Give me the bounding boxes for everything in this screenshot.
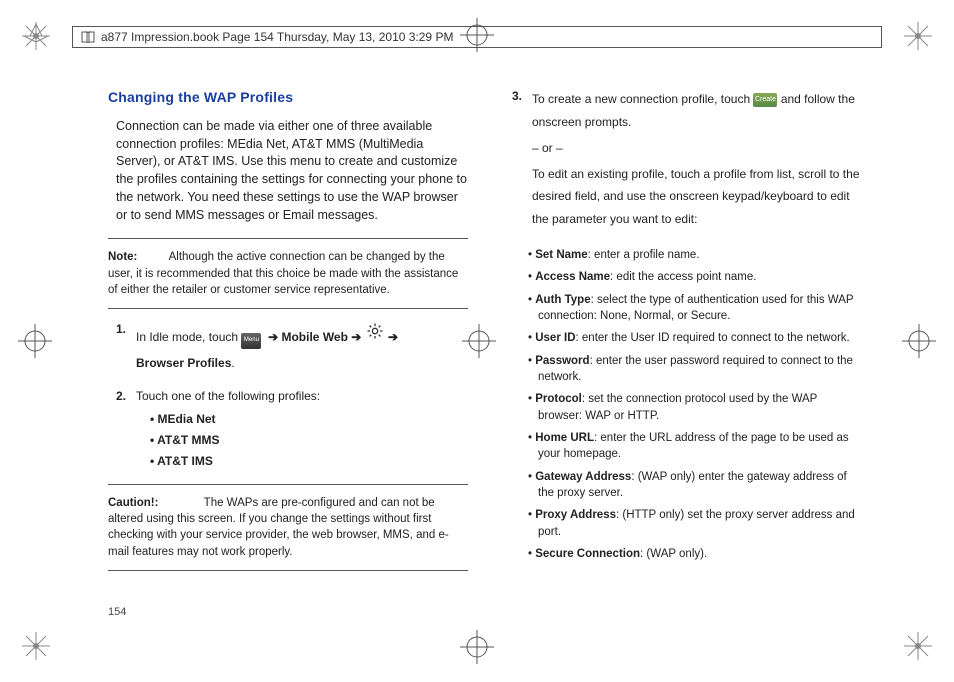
page-root: a877 Impression.book Page 154 Thursday, … xyxy=(0,0,954,682)
field-item: Password: enter the user password requir… xyxy=(528,353,864,386)
content-columns: Changing the WAP Profiles Connection can… xyxy=(108,88,868,581)
field-item: Access Name: edit the access point name. xyxy=(528,269,864,285)
field-item: Protocol: set the connection protocol us… xyxy=(528,391,864,424)
step-body: Touch one of the following profiles: MEd… xyxy=(136,388,468,474)
caution-label: Caution!: xyxy=(108,497,158,509)
field-item: Auth Type: select the type of authentica… xyxy=(528,292,864,325)
steps-list: 1. In Idle mode, touch Menu ➔ Mobile Web… xyxy=(108,321,468,473)
step-body: In Idle mode, touch Menu ➔ Mobile Web ➔ … xyxy=(136,321,468,377)
left-column: Changing the WAP Profiles Connection can… xyxy=(108,88,468,581)
edit-instructions: To edit an existing profile, touch a pro… xyxy=(532,163,864,231)
note-label: Note: xyxy=(108,251,137,263)
field-item: Proxy Address: (HTTP only) set the proxy… xyxy=(528,507,864,540)
document-header-text: a877 Impression.book Page 154 Thursday, … xyxy=(101,30,453,44)
step-body: To create a new connection profile, touc… xyxy=(532,88,864,237)
step-number: 2. xyxy=(108,388,136,474)
step3-pre: To create a new connection profile, touc… xyxy=(532,92,753,106)
field-list: Set Name: enter a profile name. Access N… xyxy=(528,247,864,562)
or-separator: – or – xyxy=(532,140,864,157)
step-number: 3. xyxy=(504,88,532,237)
profile-item: AT&T IMS xyxy=(150,453,468,470)
arrow-icon: ➔ xyxy=(351,330,361,344)
gear-icon xyxy=(365,321,385,341)
document-header: a877 Impression.book Page 154 Thursday, … xyxy=(72,26,882,48)
registration-mark-icon xyxy=(18,324,52,358)
arrow-icon: ➔ xyxy=(388,330,398,344)
crop-ornament-icon xyxy=(22,22,50,50)
divider xyxy=(108,308,468,309)
page-number: 154 xyxy=(108,606,126,618)
divider xyxy=(108,484,468,485)
divider xyxy=(108,570,468,571)
note-body-text: Although the active connection can be ch… xyxy=(108,251,458,296)
caution-body: The WAPs are pre-configured and can not … xyxy=(108,497,449,558)
arrow-icon: ➔ xyxy=(268,330,278,344)
right-column: 3. To create a new connection profile, t… xyxy=(504,88,864,581)
profile-item: AT&T MMS xyxy=(150,432,468,449)
book-icon xyxy=(81,30,95,44)
step1-pre: In Idle mode, touch xyxy=(136,330,241,344)
step-number: 1. xyxy=(108,321,136,377)
step-1: 1. In Idle mode, touch Menu ➔ Mobile Web… xyxy=(108,321,468,377)
crop-ornament-icon xyxy=(904,22,932,50)
field-item: Gateway Address: (WAP only) enter the ga… xyxy=(528,469,864,502)
create-icon: Create xyxy=(753,93,777,107)
step-2: 2. Touch one of the following profiles: … xyxy=(108,388,468,474)
registration-mark-icon xyxy=(460,630,494,664)
step2-text: Touch one of the following profiles: xyxy=(136,388,468,405)
section-title: Changing the WAP Profiles xyxy=(108,88,468,108)
crop-ornament-icon xyxy=(904,632,932,660)
nav-browser-profiles: Browser Profiles xyxy=(136,356,231,370)
field-item: User ID: enter the User ID required to c… xyxy=(528,330,864,346)
field-item: Set Name: enter a profile name. xyxy=(528,247,864,263)
note-block: Note: Although the active connection can… xyxy=(108,249,468,298)
nav-mobile-web: Mobile Web xyxy=(281,330,347,344)
field-item: Secure Connection: (WAP only). xyxy=(528,546,864,562)
registration-mark-icon xyxy=(902,324,936,358)
field-item: Home URL: enter the URL address of the p… xyxy=(528,430,864,463)
profile-list: MEdia Net AT&T MMS AT&T IMS xyxy=(150,411,468,470)
profile-item: MEdia Net xyxy=(150,411,468,428)
step-3: 3. To create a new connection profile, t… xyxy=(504,88,864,237)
caution-block: Caution!: The WAPs are pre-configured an… xyxy=(108,495,468,560)
crop-ornament-icon xyxy=(22,632,50,660)
intro-paragraph: Connection can be made via either one of… xyxy=(116,118,468,225)
divider xyxy=(108,238,468,239)
menu-icon: Menu xyxy=(241,333,261,349)
